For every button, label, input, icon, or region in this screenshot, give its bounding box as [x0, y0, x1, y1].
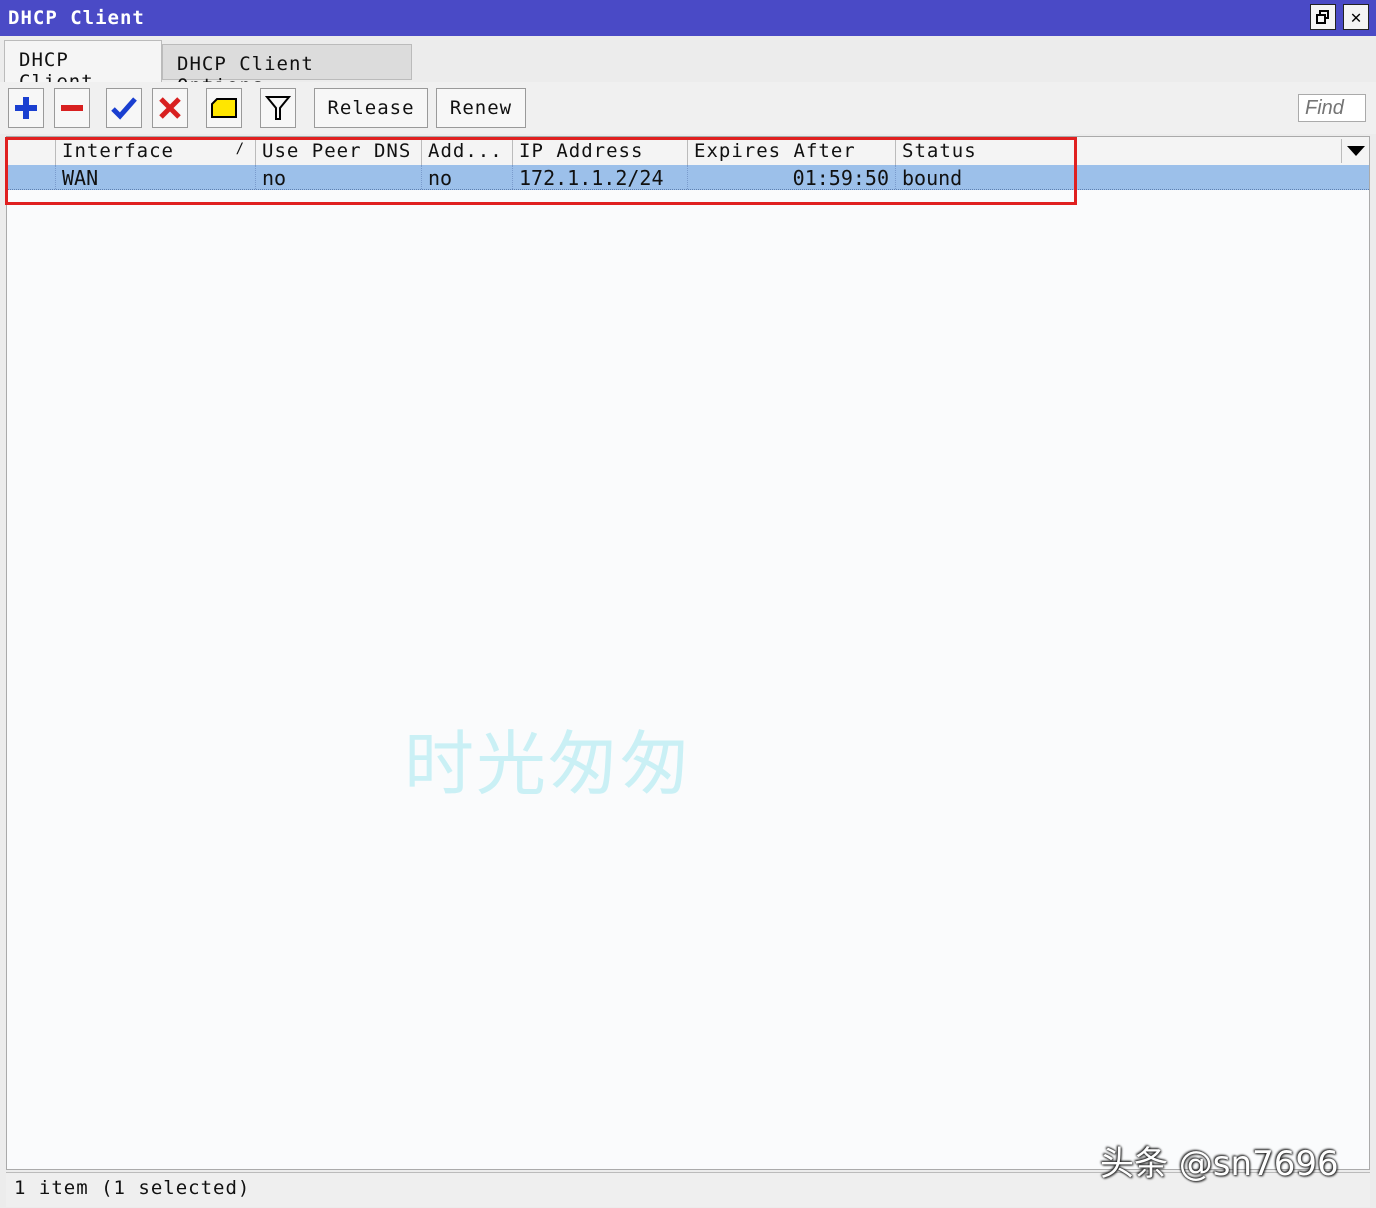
- column-menu-button[interactable]: [1341, 139, 1370, 163]
- dhcp-client-window: DHCP Client ✕ DHCP Client DHCP Client Op…: [0, 0, 1376, 1208]
- disable-button[interactable]: [152, 88, 188, 128]
- row-flags-cell: [7, 165, 55, 189]
- tab-dhcp-client-options[interactable]: DHCP Client Options: [162, 44, 412, 97]
- title-bar[interactable]: DHCP Client ✕: [0, 0, 1376, 36]
- comment-icon: [211, 98, 237, 118]
- column-header-ip-address[interactable]: IP Address: [512, 137, 687, 165]
- status-text: 1 item (1 selected): [14, 1177, 251, 1199]
- column-header-use-peer-dns[interactable]: Use Peer DNS: [255, 137, 421, 165]
- close-icon: ✕: [1350, 6, 1362, 28]
- toolbar: Release Renew: [0, 82, 1376, 134]
- close-window-button[interactable]: ✕: [1343, 4, 1369, 30]
- interface-cell: WAN: [55, 165, 255, 190]
- add-default-route-cell: no: [421, 165, 512, 190]
- disable-x-icon: [159, 97, 181, 119]
- add-icon: [15, 97, 37, 119]
- column-header-add-default-route[interactable]: Add...: [421, 137, 512, 165]
- status-cell: bound: [895, 165, 1075, 190]
- tab-bar: DHCP Client DHCP Client Options: [0, 36, 1376, 97]
- enable-button[interactable]: [106, 88, 142, 128]
- remove-icon: [61, 105, 83, 111]
- table-header: Interface / Use Peer DNS Add... IP Addre…: [7, 137, 1369, 166]
- tab-dhcp-client[interactable]: DHCP Client: [4, 40, 162, 93]
- column-header-flags[interactable]: [7, 137, 55, 165]
- table-row[interactable]: WAN no no 172.1.1.2/24 01:59:50 bound: [7, 165, 1369, 190]
- release-button[interactable]: Release: [314, 88, 428, 128]
- find-input[interactable]: [1299, 95, 1365, 121]
- dhcp-client-table: Interface / Use Peer DNS Add... IP Addre…: [6, 136, 1370, 1170]
- chevron-down-icon: [1347, 146, 1365, 156]
- find-field[interactable]: [1298, 94, 1366, 122]
- restore-window-button[interactable]: [1310, 4, 1336, 30]
- watermark-text: 时光匆匆: [404, 723, 692, 805]
- use-peer-dns-cell: no: [255, 165, 421, 190]
- filter-icon: [265, 96, 291, 120]
- column-header-interface[interactable]: Interface /: [55, 137, 255, 165]
- enable-check-icon: [111, 97, 137, 120]
- ip-address-cell: 172.1.1.2/24: [512, 165, 687, 190]
- restore-icon: [1316, 10, 1330, 24]
- column-header-status[interactable]: Status: [895, 137, 1075, 165]
- sort-indicator: /: [235, 141, 245, 157]
- add-button[interactable]: [8, 88, 44, 128]
- remove-button[interactable]: [54, 88, 90, 128]
- expires-after-cell: 01:59:50: [687, 165, 895, 190]
- comment-button[interactable]: [206, 88, 242, 128]
- column-header-expires-after[interactable]: Expires After: [687, 137, 895, 165]
- renew-button[interactable]: Renew: [436, 88, 526, 128]
- window-title: DHCP Client: [8, 7, 145, 29]
- brand-overlay: 头条 @sn7696: [1100, 1144, 1339, 1184]
- filter-button[interactable]: [260, 88, 296, 128]
